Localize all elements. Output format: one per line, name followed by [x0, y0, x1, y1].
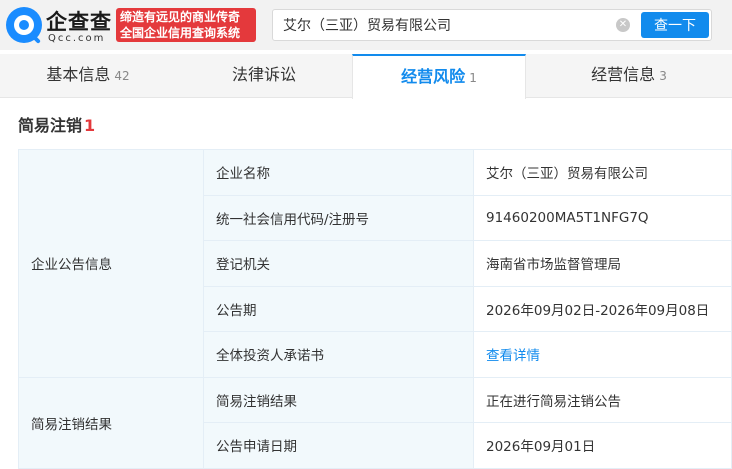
- row-value: 海南省市场监督管理局: [473, 240, 732, 287]
- row-label: 全体投资人承诺书: [203, 331, 474, 378]
- tab-count: 42: [114, 69, 130, 83]
- tab-bar: 基本信息 42 法律诉讼 经营风险 1 经营信息 3: [0, 54, 732, 99]
- tab-legal-proceedings[interactable]: 法律诉讼: [176, 54, 352, 98]
- row-label: 统一社会信用代码/注册号: [203, 194, 474, 241]
- row-label: 简易注销结果: [203, 376, 474, 423]
- slogan-badge: 缔造有远见的商业传奇 全国企业信用查询系统: [116, 8, 256, 42]
- row-label: 公告期: [203, 285, 474, 332]
- row-label: 登记机关: [203, 240, 474, 287]
- tab-label: 经营风险: [401, 67, 466, 86]
- row-label: 企业名称: [203, 149, 474, 196]
- top-header: 企查查 Qcc.com 缔造有远见的商业传奇 全国企业信用查询系统 ✕ 查一下: [0, 0, 732, 50]
- slogan-line-1: 缔造有远见的商业传奇: [120, 10, 241, 24]
- magnifier-logo-icon: [6, 7, 42, 44]
- tab-label: 经营信息: [591, 65, 656, 84]
- tab-count: 3: [659, 69, 667, 83]
- section-count: 1: [84, 116, 96, 135]
- clear-icon[interactable]: ✕: [616, 18, 630, 32]
- row-value-cell: 查看详情: [473, 331, 732, 378]
- row-label: 公告申请日期: [203, 422, 474, 469]
- group-cell-announcement: 企业公告信息: [18, 149, 204, 378]
- tab-basic-info[interactable]: 基本信息 42: [0, 54, 176, 98]
- deregistration-table: 企业公告信息 企业名称 艾尔（三亚）贸易有限公司 统一社会信用代码/注册号 91…: [18, 149, 732, 469]
- section-title: 简易注销 1: [18, 112, 95, 136]
- view-details-link[interactable]: 查看详情: [486, 348, 540, 364]
- section-title-text: 简易注销: [18, 116, 83, 135]
- tab-label: 基本信息: [46, 65, 111, 84]
- tab-business-info[interactable]: 经营信息 3: [526, 54, 732, 98]
- table-row: 简易注销结果 简易注销结果 正在进行简易注销公告: [18, 376, 732, 469]
- table-row: 企业公告信息 企业名称 艾尔（三亚）贸易有限公司: [18, 149, 732, 378]
- qcc-logo[interactable]: 企查查 Qcc.com: [6, 6, 112, 44]
- search-button[interactable]: 查一下: [641, 12, 709, 38]
- row-value: 91460200MA5T1NFG7Q: [473, 194, 732, 241]
- row-value: 2026年09月02日-2026年09月08日: [473, 285, 732, 332]
- row-value: 2026年09月01日: [473, 422, 732, 469]
- logo-name: 企查查: [46, 10, 112, 34]
- group-cell-result: 简易注销结果: [18, 376, 204, 469]
- tab-count: 1: [469, 71, 477, 85]
- search-input[interactable]: [283, 10, 603, 40]
- slogan-line-2: 全国企业信用查询系统: [120, 26, 241, 40]
- search-box: ✕ 查一下: [272, 9, 712, 41]
- tab-business-risk[interactable]: 经营风险 1: [352, 54, 526, 99]
- row-value: 正在进行简易注销公告: [473, 376, 732, 423]
- logo-domain: Qcc.com: [48, 33, 106, 44]
- row-value: 艾尔（三亚）贸易有限公司: [473, 149, 732, 196]
- tab-label: 法律诉讼: [231, 65, 296, 84]
